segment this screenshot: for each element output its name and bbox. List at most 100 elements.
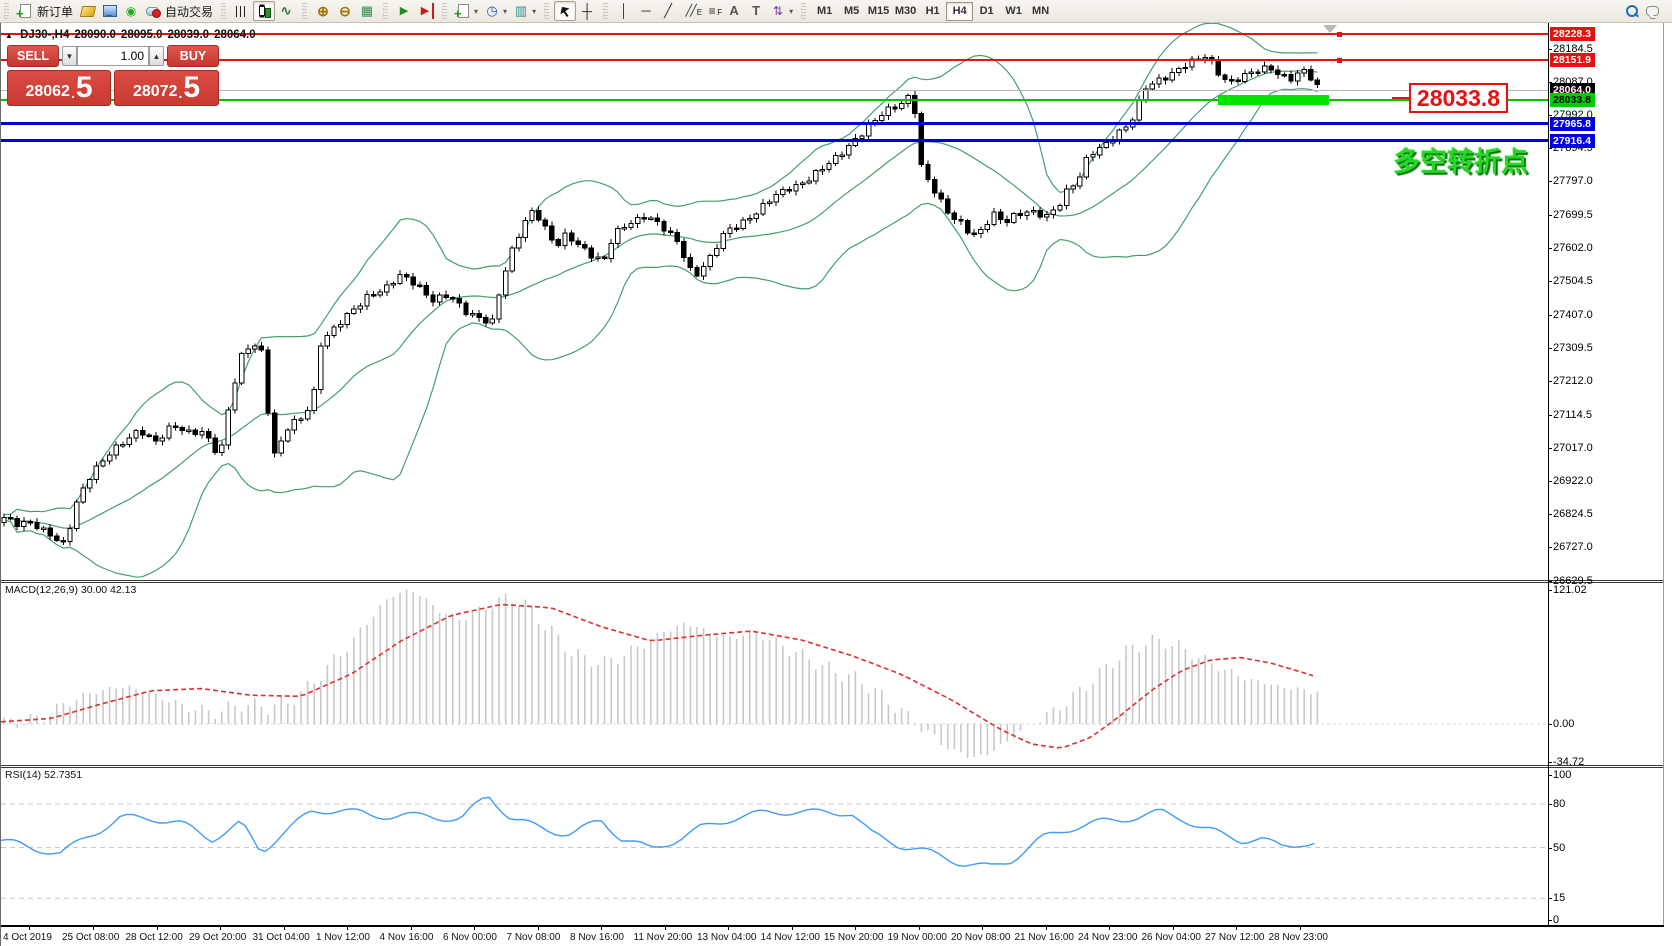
time-axis-label: 11 Nov 20:00 xyxy=(633,932,693,943)
time-axis-label: 31 Oct 04:00 xyxy=(252,932,310,943)
profiles-button[interactable] xyxy=(76,1,98,21)
timeframe-mn-button[interactable]: MN xyxy=(1027,2,1054,21)
market-watch-button[interactable] xyxy=(98,1,120,21)
sell-price-box[interactable]: 28062 . 5 xyxy=(7,70,111,106)
line-chart-button[interactable]: ∿ xyxy=(275,1,297,21)
time-axis-tick xyxy=(1299,927,1301,930)
callout-connector xyxy=(1392,97,1409,99)
zoom-out-icon: ⊖ xyxy=(339,3,351,19)
time-axis-tick xyxy=(1109,927,1110,930)
timeframe-d1-button[interactable]: D1 xyxy=(973,2,1000,21)
price-callout[interactable]: 28033.8 xyxy=(1409,83,1508,113)
text-label-button[interactable]: T xyxy=(745,1,767,21)
macd-pane[interactable] xyxy=(1,583,1548,765)
auto-scroll-button[interactable]: ▶ xyxy=(393,1,415,21)
one-click-trading-panel: SELL ▼ 1.00 ▲ BUY 28062 . 5 28072 . 5 xyxy=(7,44,219,106)
axis-tick xyxy=(1548,590,1552,592)
time-axis-label: 25 Oct 08:00 xyxy=(62,932,120,943)
main-chart-pane[interactable] xyxy=(1,23,1548,580)
axis-tick xyxy=(1548,414,1552,416)
crosshair-button[interactable]: ┼ xyxy=(576,1,598,21)
equidistant-channel-icon: ╱╱ E xyxy=(685,5,702,17)
axis-tick xyxy=(1548,148,1552,150)
profiles-icon xyxy=(79,3,95,19)
time-axis-label: 14 Nov 12:00 xyxy=(760,932,821,943)
templates-button[interactable]: ▥ xyxy=(510,1,539,21)
hline-object-27916.4[interactable] xyxy=(1,139,1548,143)
indicators-button[interactable] xyxy=(452,1,481,22)
time-axis-tick xyxy=(537,927,539,930)
rsi-pane[interactable] xyxy=(1,768,1548,925)
new-order-icon xyxy=(16,3,33,22)
new-order-button[interactable]: 新订单 xyxy=(14,1,76,22)
time-axis-label: 1 Nov 12:00 xyxy=(316,932,370,943)
price-tick-label: 27212.0 xyxy=(1553,375,1593,388)
zoom-in-button[interactable]: ⊕ xyxy=(312,1,334,21)
axis-tick xyxy=(1548,513,1552,515)
vertical-line-button[interactable]: │ xyxy=(613,1,635,21)
quote-high: 28095.0 xyxy=(120,29,163,41)
fibonacci-button[interactable]: ≡ F xyxy=(701,1,723,21)
mt4-window: 新订单 ◉ 自动交易 ∿ ⊕ ⊖ ▦ ▶ ▶ ◷ ▥ ┼ │ ─ ╱ ╱╱E ≡F AT ⇅ M1M5M15M30H1… xyxy=(0,0,1672,946)
candlestick-chart-button[interactable] xyxy=(253,1,276,21)
price-line-label-blue: 27965.8 xyxy=(1550,116,1595,131)
time-axis-tick xyxy=(410,927,412,930)
sell-price-pip: 5 xyxy=(75,71,93,104)
buy-button[interactable]: BUY xyxy=(167,45,219,67)
periods-button[interactable]: ◷ xyxy=(481,1,510,21)
autotrading-button-label: 自动交易 xyxy=(165,4,214,19)
equidistant-channel-button[interactable]: ╱╱ E xyxy=(679,1,702,21)
timeframe-w1-button[interactable]: W1 xyxy=(1000,2,1027,21)
axis-tick xyxy=(1548,448,1552,450)
volume-decrease-button[interactable]: ▼ xyxy=(62,46,77,66)
toolbar-separator xyxy=(544,3,550,19)
volume-increase-button[interactable]: ▲ xyxy=(149,46,164,66)
hline-object-27965.8[interactable] xyxy=(1,122,1548,126)
toolbar-separator xyxy=(383,3,389,19)
time-axis[interactable]: 4 Oct 2019 25 Oct 08:00 28 Oct 12:00 29 Oct… xyxy=(1,927,1664,946)
price-tick-label: 27407.0 xyxy=(1553,308,1593,321)
axis-tick xyxy=(1548,48,1552,50)
chart-shift-marker-icon[interactable] xyxy=(1323,25,1337,33)
sell-button[interactable]: SELL xyxy=(7,45,59,67)
axis-tick xyxy=(1548,314,1552,316)
autotrading-button[interactable]: 自动交易 xyxy=(142,1,216,21)
time-axis-tick xyxy=(918,927,920,930)
bar-chart-button[interactable] xyxy=(231,1,253,21)
timeframe-h4-button[interactable]: H4 xyxy=(946,1,974,21)
price-tick-label: 27114.5 xyxy=(1553,408,1592,421)
signals-button[interactable]: ◉ xyxy=(120,1,142,21)
volume-input[interactable]: 1.00 xyxy=(77,46,149,66)
price-line-label-red: 28228.3 xyxy=(1550,27,1595,41)
timeframe-m1-button[interactable]: M1 xyxy=(811,2,838,21)
buy-price-box[interactable]: 28072 . 5 xyxy=(114,70,219,106)
bar-chart-icon xyxy=(234,3,251,19)
time-axis-tick xyxy=(601,927,602,930)
cursor-button[interactable] xyxy=(554,1,577,21)
timeframe-m5-button[interactable]: M5 xyxy=(838,2,865,21)
chart-window[interactable]: 28184.528087.027992.027894.527797.027699… xyxy=(0,23,1672,946)
zoom-out-button[interactable]: ⊖ xyxy=(334,1,356,21)
annotation-text[interactable]: 多空转折点 xyxy=(1393,140,1528,179)
hline-object-28151.9[interactable] xyxy=(1,59,1548,62)
trendline-button[interactable]: ╱ xyxy=(657,1,679,21)
timeframe-h1-button[interactable]: H1 xyxy=(919,2,946,21)
chart-shift-button[interactable]: ▶ xyxy=(415,1,437,21)
time-axis-tick xyxy=(29,927,30,930)
quote-close: 28064.0 xyxy=(214,29,256,41)
support-highlight-bar[interactable] xyxy=(1218,95,1329,106)
indicators-icon xyxy=(454,3,471,22)
time-axis-label: 28 Nov 23:00 xyxy=(1268,932,1329,943)
tile-windows-button[interactable]: ▦ xyxy=(356,1,378,21)
timeframe-m15-button[interactable]: M15 xyxy=(865,2,892,21)
time-axis-tick xyxy=(1045,927,1047,930)
arrows-button[interactable]: ⇅ xyxy=(767,1,796,21)
toolbar-separator xyxy=(801,3,807,19)
horizontal-line-button[interactable]: ─ xyxy=(635,1,657,21)
chat-button[interactable] xyxy=(1642,1,1664,21)
search-button[interactable] xyxy=(1620,1,1642,21)
timeframe-m30-button[interactable]: M30 xyxy=(892,2,919,21)
price-tick-label: 26824.5 xyxy=(1553,507,1593,520)
toolbar-separator xyxy=(4,3,9,19)
text-button[interactable]: A xyxy=(723,1,745,21)
